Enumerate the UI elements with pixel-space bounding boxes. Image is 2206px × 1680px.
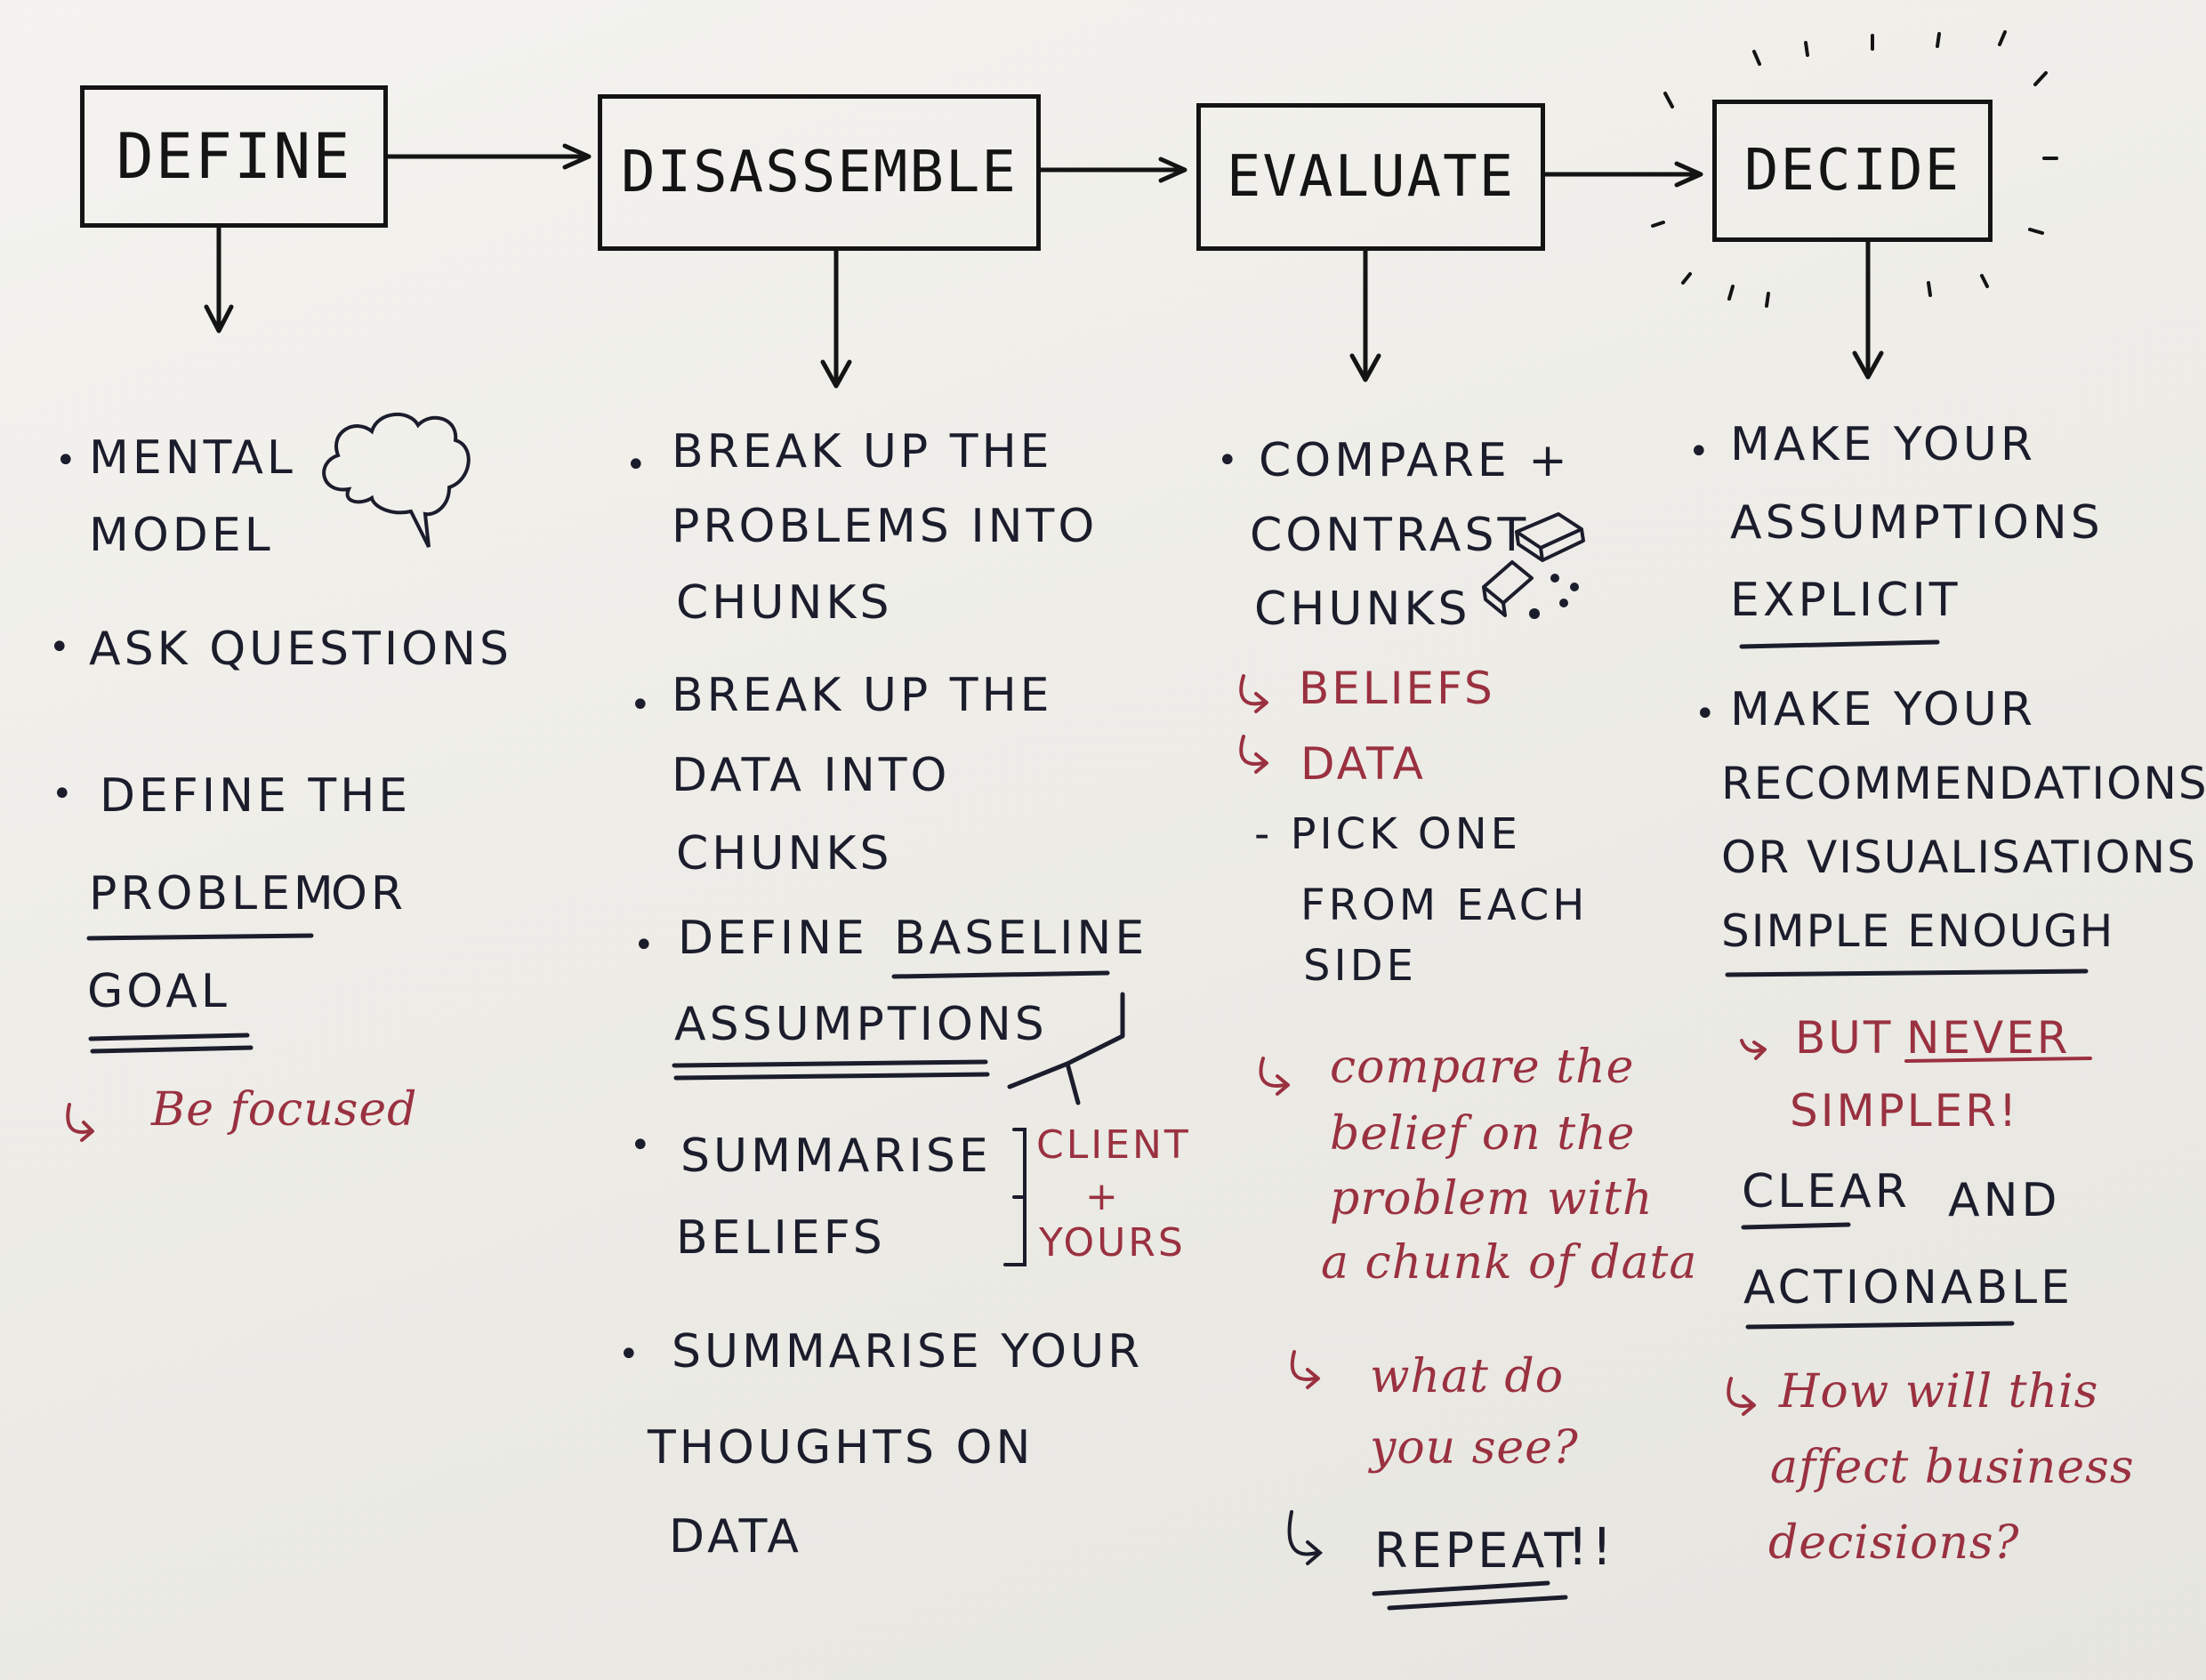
business-question-line-2: affect business	[1770, 1441, 2135, 1494]
simpler: SIMPLER!	[1790, 1085, 2020, 1137]
simple-enough: SIMPLE ENOUGH	[1721, 905, 2115, 957]
hook-arrow-data	[1239, 735, 1268, 774]
hook-arrow-question	[1290, 1350, 1320, 1389]
summarise-thoughts-line-2: THOUGHTS ON	[648, 1421, 1035, 1475]
bullet-dot: •	[55, 440, 76, 481]
bullet-dot: •	[1217, 440, 1238, 481]
underline-problem	[86, 933, 314, 941]
bullet-dot: •	[1688, 431, 1710, 472]
assumptions-explicit-line-2: ASSUMPTIONS	[1730, 496, 2104, 550]
hook-arrow-compare	[1259, 1057, 1290, 1096]
underline-simple-enough	[1725, 969, 2089, 977]
bullet-dot: •	[633, 925, 655, 966]
hook-arrow-beliefs	[1239, 674, 1268, 713]
hook-arrow-be-focused	[66, 1103, 94, 1142]
underline-goal-1	[88, 1033, 250, 1041]
thought-bubble-icon	[322, 412, 471, 548]
business-question-line-1: How will this	[1779, 1365, 2099, 1419]
underline-baseline	[891, 970, 1110, 979]
what-do-you-see-line-2: you see?	[1370, 1421, 1579, 1475]
summarise-beliefs-line-1: SUMMARISE	[680, 1129, 992, 1183]
underline-clear	[1741, 1222, 1851, 1230]
compare-line-2: CONTRAST	[1250, 509, 1530, 562]
data: DATA	[1300, 738, 1426, 790]
define-or: OR	[331, 867, 407, 920]
client-plus: +	[1085, 1174, 1121, 1219]
break-problems-line-3: CHUNKS	[676, 576, 893, 630]
ask-questions: ASK QUESTIONS	[89, 623, 512, 676]
pick-one-line-2: FROM EACH	[1300, 880, 1589, 930]
underline-assumptions-1	[672, 1059, 988, 1068]
step-decide: DECIDE	[1712, 100, 1993, 242]
pick-one-line-3: SIDE	[1303, 941, 1417, 991]
break-data-line-2: DATA INTO	[672, 749, 951, 802]
define-the: DEFINE THE	[100, 769, 412, 823]
compare-note-line-4: a chunk of data	[1321, 1236, 1698, 1290]
what-do-you-see-line-1: what do	[1370, 1350, 1565, 1403]
underline-explicit	[1739, 639, 1940, 649]
break-data-line-3: CHUNKS	[676, 827, 893, 880]
bullet-dot: •	[618, 1334, 640, 1375]
repeat-exclamation: !!	[1567, 1516, 1616, 1577]
recommendations-line-3: OR VISUALISATIONS	[1721, 832, 2197, 883]
yours: YOURS	[1039, 1220, 1186, 1266]
step-disassemble: DISASSEMBLE	[598, 94, 1041, 251]
underline-repeat-1	[1372, 1580, 1550, 1596]
underline-actionable	[1745, 1321, 2015, 1330]
bullet-dot: •	[625, 445, 647, 486]
compare-note-line-3: problem with	[1330, 1172, 1654, 1226]
bullet-dot: •	[630, 1125, 651, 1166]
step-define: DEFINE	[80, 85, 388, 228]
summarise-beliefs-line-2: BELIEFS	[676, 1211, 886, 1265]
compare-line-3: CHUNKS	[1254, 583, 1471, 636]
hook-arrow-how	[1727, 1377, 1756, 1416]
business-question-line-3: decisions?	[1768, 1516, 2020, 1570]
actionable: ACTIONABLE	[1743, 1261, 2073, 1314]
recommendations-line-2: RECOMMENDATIONS	[1721, 758, 2206, 809]
compare-note-line-2: belief on the	[1330, 1107, 1636, 1161]
repeat: REPEAT	[1374, 1523, 1578, 1579]
underline-assumptions-2	[673, 1072, 990, 1081]
hook-arrow-repeat	[1287, 1510, 1324, 1565]
but: BUT	[1795, 1012, 1894, 1064]
baseline: BASELINE	[894, 912, 1148, 965]
bullet-dot: •	[52, 774, 73, 815]
mental-model-line-1: MENTAL	[89, 431, 296, 485]
clear: CLEAR	[1742, 1165, 1911, 1218]
never: NEVER	[1906, 1012, 2071, 1064]
step-evaluate-label: EVALUATE	[1226, 144, 1516, 210]
hook-arrow-but	[1740, 1039, 1767, 1060]
mental-model-line-2: MODEL	[89, 509, 274, 562]
underline-repeat-2	[1387, 1595, 1568, 1611]
assumptions-explicit-line-3: EXPLICIT	[1730, 574, 1961, 627]
define-problem: PROBLEM	[89, 867, 337, 920]
client: CLIENT	[1036, 1122, 1191, 1168]
summarise-thoughts-line-3: DATA	[669, 1510, 802, 1563]
break-problems-line-2: PROBLEMS INTO	[672, 500, 1099, 553]
compare-note-line-1: compare the	[1330, 1041, 1635, 1094]
define-goal: GOAL	[87, 965, 230, 1018]
assumptions: ASSUMPTIONS	[674, 998, 1048, 1051]
underline-goal-2	[90, 1045, 254, 1054]
be-focused: Be focused	[151, 1083, 418, 1137]
step-evaluate: EVALUATE	[1196, 103, 1545, 251]
and: AND	[1948, 1174, 2061, 1227]
step-define-label: DEFINE	[116, 120, 352, 193]
step-disassemble-label: DISASSEMBLE	[621, 140, 1018, 205]
compare-line-1: COMPARE +	[1259, 434, 1571, 487]
bullet-dot: •	[630, 685, 651, 726]
break-problems-line-1: BREAK UP THE	[672, 425, 1053, 478]
beliefs: BELIEFS	[1299, 663, 1495, 714]
bullet-dot: •	[49, 627, 70, 668]
assumptions-explicit-line-1: MAKE YOUR	[1730, 418, 2036, 471]
bracket-icon	[1003, 1128, 1027, 1266]
pick-one-line-1: - PICK ONE	[1254, 809, 1521, 859]
step-decide-label: DECIDE	[1743, 138, 1961, 204]
summarise-thoughts-line-1: SUMMARISE YOUR	[672, 1325, 1144, 1379]
bullet-dot: •	[1695, 694, 1716, 735]
break-data-line-1: BREAK UP THE	[672, 669, 1053, 722]
define-baseline-prefix: DEFINE	[678, 912, 868, 965]
recommendations-line-1: MAKE YOUR	[1730, 683, 2036, 736]
